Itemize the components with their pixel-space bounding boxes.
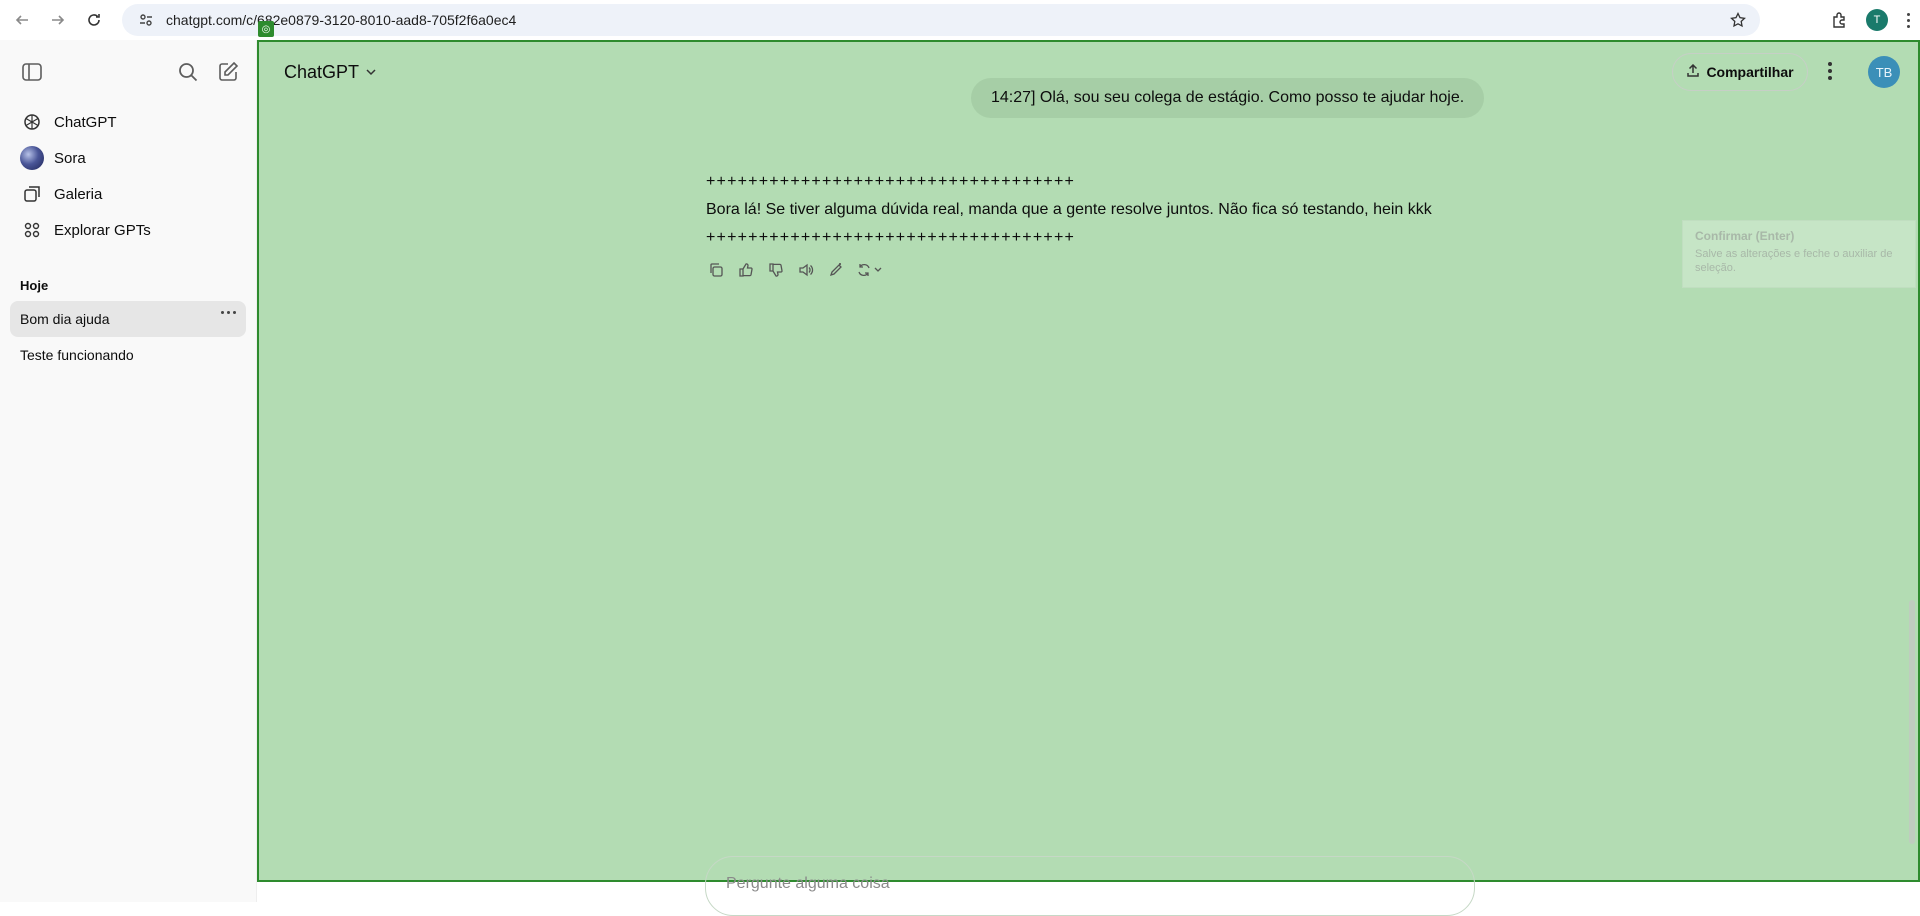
avatar[interactable]: TB <box>1868 56 1900 88</box>
confirm-tooltip: Confirmar (Enter) Salve as alterações e … <box>1682 220 1916 288</box>
assistant-message: +++++++++++++++++++++++++++++++++++ Bora… <box>706 168 1432 252</box>
extensions-icon[interactable] <box>1822 2 1858 38</box>
forward-icon[interactable] <box>40 2 76 38</box>
search-icon[interactable] <box>176 60 200 84</box>
chatgpt-logo-icon <box>20 110 44 134</box>
sidebar-item-galeria[interactable]: Galeria <box>12 176 244 212</box>
sidebar-item-sora[interactable]: Sora <box>12 140 244 176</box>
copy-icon[interactable] <box>706 260 726 280</box>
toggle-sidebar-icon[interactable] <box>20 60 44 84</box>
sidebar-item-label: ChatGPT <box>54 113 117 131</box>
site-settings-icon[interactable] <box>132 12 160 28</box>
selection-overlay <box>257 40 1920 882</box>
bookmark-star-icon[interactable] <box>1730 11 1746 33</box>
selection-target-icon: ◎ <box>258 21 274 37</box>
thumbs-down-icon[interactable] <box>766 260 786 280</box>
read-aloud-icon[interactable] <box>796 260 816 280</box>
sidebar-chat-teste-funcionando[interactable]: Teste funcionando <box>10 337 246 373</box>
tooltip-body: Salve as alterações e feche o auxiliar d… <box>1695 248 1893 274</box>
separator-top: +++++++++++++++++++++++++++++++++++ <box>706 173 1076 190</box>
browser-profile-avatar[interactable]: T <box>1866 9 1888 31</box>
upload-icon <box>1686 63 1700 81</box>
sidebar-item-label: Explorar GPTs <box>54 221 151 239</box>
edit-in-canvas-icon[interactable] <box>826 260 846 280</box>
conversation-options-icon[interactable] <box>1828 62 1832 80</box>
url-text[interactable]: chatgpt.com/c/682e0879-3120-8010-aad8-70… <box>166 12 516 28</box>
tooltip-title: Confirmar (Enter) <box>1695 229 1795 243</box>
sora-ball-icon <box>20 146 44 170</box>
message-actions <box>706 260 886 280</box>
sidebar-chat-label: Bom dia ajuda <box>20 311 110 327</box>
sidebar-section-today: Hoje <box>20 278 49 293</box>
share-button[interactable]: Compartilhar <box>1672 53 1808 91</box>
model-switcher[interactable]: ChatGPT <box>284 62 377 83</box>
sidebar-chat-bom-dia-ajuda[interactable]: Bom dia ajuda <box>10 301 246 337</box>
reload-icon[interactable] <box>76 2 112 38</box>
sidebar-item-label: Sora <box>54 149 86 167</box>
separator-bottom: +++++++++++++++++++++++++++++++++++ <box>706 229 1076 246</box>
thumbs-up-icon[interactable] <box>736 260 756 280</box>
new-chat-icon[interactable] <box>216 60 240 84</box>
address-bar[interactable]: chatgpt.com/c/682e0879-3120-8010-aad8-70… <box>122 4 1760 36</box>
gallery-icon <box>20 182 44 206</box>
back-icon[interactable] <box>4 2 40 38</box>
scrollbar-thumb[interactable] <box>1909 600 1915 844</box>
chevron-down-icon <box>365 62 377 83</box>
sidebar-item-label: Galeria <box>54 185 103 203</box>
composer-placeholder: Pergunte alguma coisa <box>726 875 890 892</box>
model-label: ChatGPT <box>284 62 360 82</box>
message-composer[interactable]: Pergunte alguma coisa <box>705 856 1475 916</box>
regenerate-icon[interactable] <box>856 260 886 280</box>
browser-menu-icon[interactable] <box>1896 12 1920 28</box>
user-message: 14:27] Olá, sou seu colega de estágio. C… <box>971 78 1485 118</box>
sidebar: ChatGPT Sora Galeria Explorar GPTs Hoje … <box>0 40 257 902</box>
grid-icon <box>20 218 44 242</box>
assistant-text: Bora lá! Se tiver alguma dúvida real, ma… <box>706 201 1432 218</box>
chat-options-icon[interactable] <box>221 311 236 314</box>
sidebar-item-explorar-gpts[interactable]: Explorar GPTs <box>12 212 244 248</box>
browser-toolbar: chatgpt.com/c/682e0879-3120-8010-aad8-70… <box>0 0 1920 40</box>
share-label: Compartilhar <box>1706 64 1794 80</box>
sidebar-item-chatgpt[interactable]: ChatGPT <box>12 104 244 140</box>
sidebar-chat-label: Teste funcionando <box>20 347 134 363</box>
